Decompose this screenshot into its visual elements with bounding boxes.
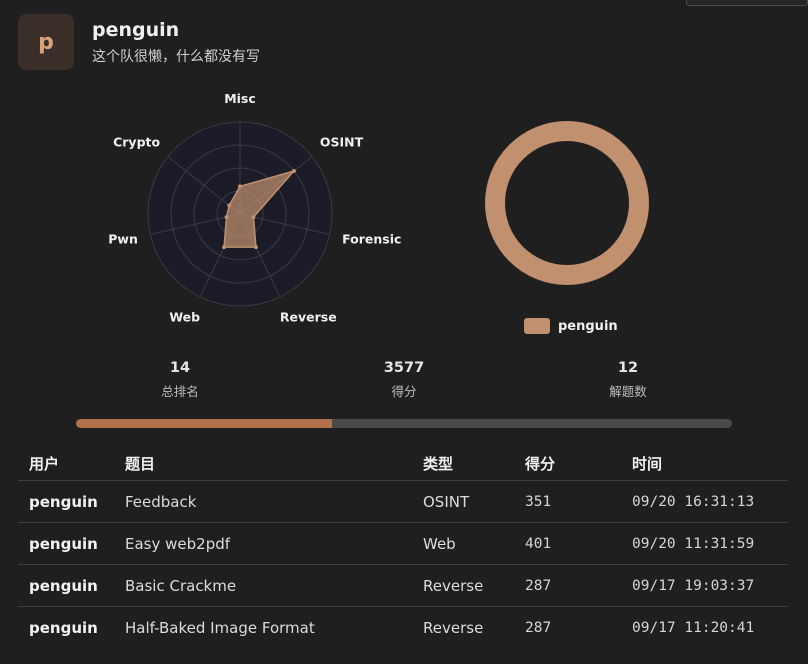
donut-legend[interactable]: penguin bbox=[524, 318, 618, 334]
avatar: p bbox=[18, 14, 74, 70]
legend-swatch bbox=[524, 318, 550, 334]
table-row: penguin Feedback OSINT 351 09/20 16:31:1… bbox=[18, 480, 788, 522]
stat-rank: 14 总排名 bbox=[120, 360, 240, 400]
row-user[interactable]: penguin bbox=[18, 535, 125, 553]
radar-point[interactable] bbox=[224, 215, 229, 220]
team-name: penguin bbox=[92, 19, 180, 41]
radar-point[interactable] bbox=[291, 168, 296, 173]
stat-solves-value: 12 bbox=[617, 360, 639, 376]
radar-point[interactable] bbox=[222, 245, 227, 250]
header-challenge: 题目 bbox=[125, 454, 156, 473]
radar-axis-label: Crypto bbox=[113, 134, 160, 149]
radar-axis-label: Misc bbox=[224, 91, 256, 106]
stat-rank-label: 总排名 bbox=[161, 384, 199, 399]
header-type: 类型 bbox=[423, 454, 454, 473]
score-donut-chart bbox=[485, 121, 649, 285]
row-challenge: Feedback bbox=[125, 492, 197, 511]
row-type: OSINT bbox=[423, 492, 470, 511]
radar-point[interactable] bbox=[251, 215, 256, 220]
header-score: 得分 bbox=[525, 454, 556, 473]
row-score: 401 bbox=[525, 535, 552, 552]
radar-axis-label: Web bbox=[169, 310, 200, 325]
row-user[interactable]: penguin bbox=[18, 493, 125, 511]
radar-axis-label: Forensic bbox=[342, 232, 401, 247]
row-user[interactable]: penguin bbox=[18, 577, 125, 595]
category-radar-chart: Misc OSINT Forensic Reverse Web Pwn Crypto bbox=[108, 91, 401, 325]
row-time: 09/20 16:31:13 bbox=[632, 493, 755, 510]
row-score: 287 bbox=[525, 619, 552, 636]
row-time: 09/17 19:03:37 bbox=[632, 577, 755, 594]
stat-solves-label: 解题数 bbox=[609, 384, 647, 399]
row-challenge: Easy web2pdf bbox=[125, 534, 231, 553]
stat-rank-value: 14 bbox=[169, 360, 191, 376]
row-type: Web bbox=[423, 534, 456, 553]
legend-label: penguin bbox=[558, 318, 618, 334]
radar-axis-label: OSINT bbox=[320, 134, 364, 149]
row-time: 09/17 11:20:41 bbox=[632, 619, 755, 636]
radar-point[interactable] bbox=[227, 203, 232, 208]
progress-fill bbox=[76, 419, 332, 428]
solves-table: 用户 题目 类型 得分 时间 penguin Feedback OSINT 35… bbox=[18, 446, 788, 648]
table-row: penguin Basic Crackme Reverse 287 09/17 … bbox=[18, 564, 788, 606]
radar-axis-label: Reverse bbox=[280, 310, 337, 325]
stat-score-value: 3577 bbox=[383, 360, 425, 376]
window-edge-fragment bbox=[686, 0, 808, 6]
avatar-letter: p bbox=[38, 29, 54, 55]
row-type: Reverse bbox=[423, 576, 484, 595]
row-user[interactable]: penguin bbox=[18, 619, 125, 637]
radar-point[interactable] bbox=[238, 184, 242, 189]
team-bio: 这个队很懒，什么都没有写 bbox=[92, 49, 260, 65]
donut-slice-penguin[interactable] bbox=[485, 121, 649, 285]
header-user: 用户 bbox=[29, 454, 60, 473]
team-header: p penguin 这个队很懒，什么都没有写 bbox=[18, 14, 260, 70]
radar-axis-label: Pwn bbox=[108, 232, 138, 247]
table-row: penguin Easy web2pdf Web 401 09/20 11:31… bbox=[18, 522, 788, 564]
row-challenge: Half-Baked Image Format bbox=[125, 618, 315, 637]
table-row: penguin Half-Baked Image Format Reverse … bbox=[18, 606, 788, 648]
stat-score: 3577 得分 bbox=[344, 360, 464, 400]
progress-bar bbox=[76, 419, 732, 428]
row-score: 287 bbox=[525, 577, 552, 594]
header-time: 时间 bbox=[632, 454, 663, 473]
stat-solves: 12 解题数 bbox=[568, 360, 688, 400]
row-score: 351 bbox=[525, 493, 552, 510]
radar-point[interactable] bbox=[253, 245, 258, 250]
row-challenge: Basic Crackme bbox=[125, 576, 237, 595]
stat-score-label: 得分 bbox=[391, 384, 417, 399]
row-time: 09/20 11:31:59 bbox=[632, 535, 755, 552]
table-header: 用户 题目 类型 得分 时间 bbox=[18, 446, 788, 480]
row-type: Reverse bbox=[423, 618, 484, 637]
